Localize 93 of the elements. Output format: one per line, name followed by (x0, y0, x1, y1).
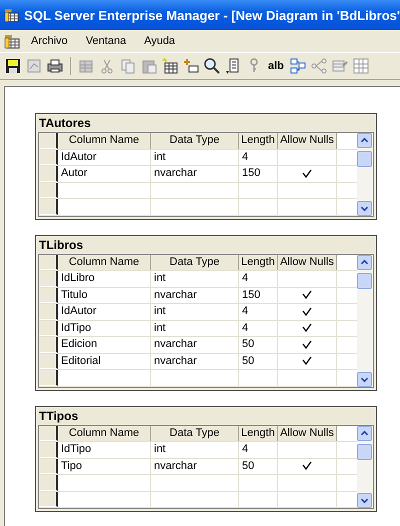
column-header: Allow Nulls (278, 133, 337, 148)
length-cell: 4 (239, 304, 278, 320)
zoom-icon[interactable] (203, 57, 221, 75)
scrollbar[interactable] (357, 254, 373, 386)
row-selector[interactable] (39, 304, 58, 320)
table-window[interactable]: TTipos Column Name Data Type Length Allow Nulls IdTipo int 4 Tipo nvarchar 50 (35, 406, 377, 512)
scrollbar[interactable] (357, 426, 373, 508)
data-type-cell: int (151, 320, 239, 336)
table-name: TTipos (38, 408, 80, 424)
app-icon (4, 7, 20, 23)
column-header: Column Name (58, 133, 151, 148)
row-selector[interactable] (39, 271, 58, 286)
column-header: Allow Nulls (278, 426, 337, 441)
table-window[interactable]: TAutores Column Name Data Type Length Allow Nulls IdAutor int 4 Autor nvarchar 150 (35, 113, 377, 220)
column-name-cell: IdAutor (58, 304, 151, 320)
row-selector[interactable] (39, 166, 58, 182)
column-header: Data Type (151, 426, 239, 441)
row-selector[interactable] (39, 199, 58, 214)
header-corner (39, 133, 58, 148)
menu-item[interactable]: Ayuda (137, 33, 182, 49)
save-icon[interactable] (4, 57, 22, 75)
column-name-cell: IdTipo (58, 442, 151, 458)
length-cell: 150 (239, 288, 278, 303)
column-header: Column Name (58, 426, 151, 441)
data-type-cell: int (151, 150, 239, 165)
data-type-cell: nvarchar (151, 337, 239, 352)
column-name-cell: IdLibro (58, 271, 151, 286)
column-header: Length (239, 254, 278, 270)
length-cell: 4 (239, 442, 278, 458)
column-name-cell: Tipo (58, 458, 151, 474)
menu-item[interactable]: Ventana (78, 33, 134, 49)
data-type-cell: int (151, 442, 239, 458)
grid-icon[interactable] (352, 57, 370, 75)
row-selector[interactable] (39, 442, 58, 458)
table-name: TAutores (38, 115, 92, 132)
row-selector[interactable] (39, 320, 58, 336)
row-selector[interactable] (39, 150, 58, 165)
checkmark-icon (302, 168, 312, 178)
column-header: Length (239, 426, 278, 441)
column-header: Length (239, 133, 278, 148)
toolbar-button[interactable]: alb (266, 60, 286, 72)
header-corner (39, 426, 58, 441)
row-selector[interactable] (39, 182, 58, 198)
column-name-cell: Editorial (58, 354, 151, 369)
data-type-cell: int (151, 271, 239, 286)
row-selector[interactable] (39, 458, 58, 474)
row-selector[interactable] (39, 475, 58, 490)
column-header: Allow Nulls (278, 254, 337, 270)
table-name: TLibros (38, 236, 84, 254)
row-selector[interactable] (39, 288, 58, 303)
row-selector[interactable] (39, 337, 58, 352)
column-name-cell: Autor (58, 166, 151, 182)
scroll-down-icon[interactable] (357, 200, 372, 216)
column-name-cell: Titulo (58, 288, 151, 303)
row-selector[interactable] (39, 370, 58, 386)
column-name-cell: Edicion (58, 337, 151, 352)
length-cell: 4 (239, 271, 278, 286)
data-type-cell: nvarchar (151, 458, 239, 474)
print-icon[interactable] (46, 57, 64, 75)
scroll-thumb[interactable] (357, 444, 372, 460)
length-cell: 50 (239, 337, 278, 352)
add-column-icon[interactable] (182, 57, 200, 75)
scroll-up-icon[interactable] (357, 426, 372, 440)
scroll-down-icon[interactable] (357, 372, 372, 386)
column-header: Data Type (151, 133, 239, 148)
row-selector[interactable] (39, 354, 58, 369)
data-type-cell: nvarchar (151, 288, 239, 303)
data-type-cell: nvarchar (151, 354, 239, 369)
scroll-up-icon[interactable] (357, 254, 372, 270)
table-window[interactable]: TLibros Column Name Data Type Length Allow Nulls IdLibro int 4 Titulo nvarchar 150 IdAutor int 4 IdTipo int 4 Edicion nvarchar 50 Editorial nvarchar 50 (35, 234, 377, 390)
row-selector[interactable] (39, 492, 58, 507)
relationship-icon[interactable] (288, 57, 307, 75)
scrollbar[interactable] (357, 133, 373, 216)
column-name-cell: IdAutor (58, 150, 151, 165)
header-corner (39, 254, 58, 270)
column-header: Data Type (151, 254, 239, 270)
length-cell: 50 (239, 354, 278, 369)
scroll-thumb[interactable] (357, 151, 372, 167)
checkmark-icon (302, 461, 312, 470)
length-cell: 150 (239, 166, 278, 182)
column-name-cell: IdTipo (58, 320, 151, 336)
data-type-cell: int (151, 304, 239, 320)
length-cell: 50 (239, 458, 278, 474)
length-cell: 4 (239, 320, 278, 336)
window-title: SQL Server Enterprise Manager - [New Diagram in 'BdLibros' (24, 8, 400, 22)
scroll-thumb[interactable] (357, 272, 372, 288)
length-cell: 4 (239, 150, 278, 165)
column-header: Column Name (58, 254, 151, 270)
data-type-cell: nvarchar (151, 166, 239, 182)
menu-item[interactable]: Archivo (24, 33, 75, 49)
scroll-up-icon[interactable] (357, 133, 372, 148)
new-table-icon[interactable] (161, 57, 179, 75)
scroll-down-icon[interactable] (357, 493, 372, 508)
